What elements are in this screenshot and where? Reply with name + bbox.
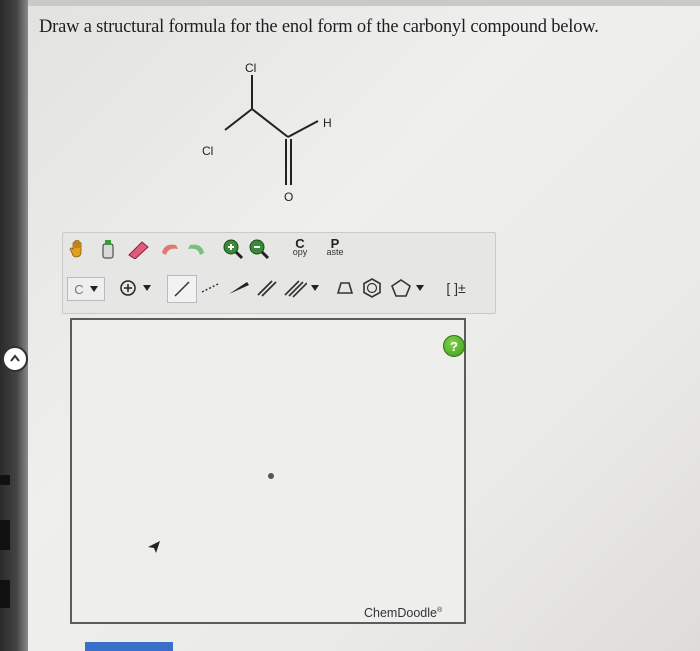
atom-o: O [284,190,293,204]
question-text: Draw a structural formula for the enol f… [39,17,599,37]
dropdown-arrow-icon [89,286,98,292]
undo-icon[interactable] [157,237,183,261]
canvas-dot [268,473,274,479]
chemdoodle-brand-name: ChemDoodle [364,606,437,620]
benzene-icon[interactable] [359,275,385,301]
atom-selector[interactable]: C [67,277,105,301]
left-bezel [0,0,28,651]
plus-circle-icon [120,280,136,296]
charge-bracket-button[interactable]: [ ]± [441,277,471,299]
copy-bottom-label: opy [292,247,308,257]
dropdown-arrow-icon [143,285,151,291]
collapse-tab[interactable] [2,346,28,372]
chemdoodle-registered-mark: ® [436,606,443,614]
triple-bond-icon[interactable] [279,277,323,299]
chemdoodle-brand: ChemDoodle® [364,606,442,620]
hand-icon[interactable] [67,237,89,261]
paste-button[interactable]: P aste [321,237,349,257]
dropdown-arrow-icon [416,285,424,291]
chevron-up-icon [10,354,20,362]
paste-bottom-label: aste [326,247,344,257]
single-bond-icon[interactable] [167,275,197,303]
zoom-in-icon[interactable] [221,237,245,261]
dropdown-arrow-icon [311,285,319,291]
dotted-bond-icon[interactable] [197,277,223,299]
help-label: ? [450,338,458,354]
wedge-bond-icon[interactable] [225,277,253,299]
atom-cl-top: Cl [245,61,256,75]
pentagon-icon[interactable] [387,277,427,299]
chemdoodle-toolbar: C opy P aste C [ ]± [62,232,496,314]
top-strip [22,0,700,6]
carbonyl-molecule: Cl Cl H O [202,61,332,204]
eraser-icon[interactable] [125,237,153,261]
copy-button[interactable]: C opy [287,237,313,257]
charge-selector[interactable] [115,277,155,299]
atom-h: H [323,116,332,130]
redo-icon[interactable] [183,237,209,261]
charge-bracket-label: [ ]± [446,280,466,296]
help-icon[interactable]: ? [443,335,465,357]
double-bond-icon[interactable] [253,277,281,299]
atom-cl-left: Cl [202,144,213,158]
zoom-out-icon[interactable] [247,237,271,261]
atom-selector-label: C [74,281,84,297]
lasso-icon[interactable] [97,237,119,261]
cyclopropane-icon[interactable] [333,277,357,299]
drawing-canvas[interactable] [70,318,466,624]
cursor-icon [148,541,160,553]
submit-button-edge[interactable] [85,642,173,651]
